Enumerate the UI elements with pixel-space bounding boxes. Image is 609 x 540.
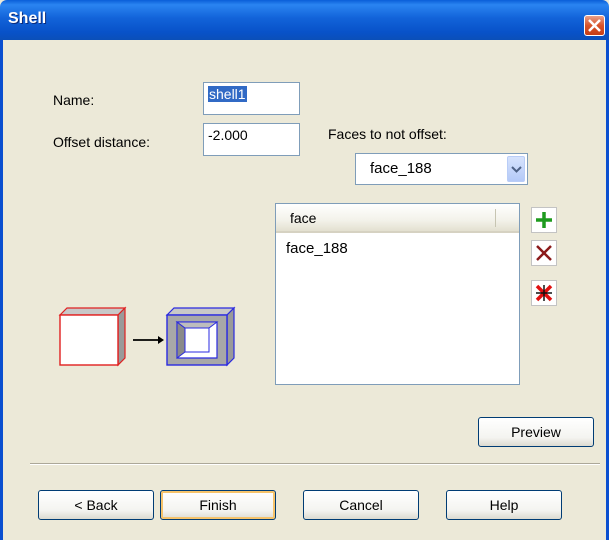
name-label: Name: [53, 92, 95, 108]
offset-distance-value: -2.000 [208, 127, 248, 143]
offset-distance-label: Offset distance: [53, 134, 151, 150]
remove-face-button[interactable] [531, 240, 557, 266]
shell-illustration [58, 306, 236, 367]
close-icon [588, 19, 601, 32]
clear-faces-button[interactable] [531, 280, 557, 306]
add-face-button[interactable] [531, 207, 557, 233]
faces-to-not-offset-label: Faces to not offset: [328, 126, 447, 142]
column-divider[interactable] [495, 209, 496, 227]
face-column-header[interactable]: face [276, 204, 519, 233]
back-button[interactable]: < Back [38, 490, 154, 520]
name-value: shell1 [208, 86, 247, 102]
faces-combobox-value: face_188 [370, 160, 432, 177]
offset-distance-field[interactable]: -2.000 [203, 123, 300, 156]
cancel-button[interactable]: Cancel [303, 490, 419, 520]
window-title: Shell [8, 10, 47, 27]
face-list[interactable]: face face_188 [275, 203, 520, 385]
face-column-header-label: face [290, 210, 317, 226]
shell-dialog: Shell Name: shell1 Offset distance: -2.0… [0, 0, 609, 540]
x-icon [536, 245, 552, 261]
faces-combobox[interactable]: face_188 [355, 153, 528, 185]
x-star-icon [535, 284, 553, 302]
title-bar[interactable]: Shell [0, 0, 609, 40]
finish-button[interactable]: Finish [160, 490, 276, 520]
divider [30, 463, 600, 465]
close-button[interactable] [584, 15, 605, 36]
help-button[interactable]: Help [446, 490, 562, 520]
plus-icon [536, 212, 552, 228]
chevron-down-icon [511, 166, 522, 173]
list-item[interactable]: face_188 [286, 240, 348, 257]
preview-button[interactable]: Preview [478, 417, 594, 447]
combobox-dropdown-button[interactable] [507, 156, 525, 182]
name-field[interactable]: shell1 [203, 82, 300, 115]
